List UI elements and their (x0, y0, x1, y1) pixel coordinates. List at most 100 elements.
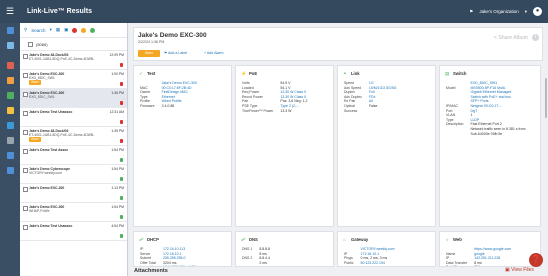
add-alarm-button[interactable]: + Add Alarm (204, 51, 224, 55)
item-subtitle: EXD_8DIC_SW1 (29, 95, 55, 100)
sidenav-item-8[interactable] (0, 148, 20, 163)
add-label-button[interactable]: ⚑ Add a Label (164, 51, 187, 55)
item-checkbox[interactable] (23, 54, 28, 59)
item-checkbox[interactable] (23, 225, 28, 230)
search-icon[interactable]: ⚲ (24, 27, 27, 33)
row-value[interactable]: NAK: 255.179 m0:79 (163, 265, 196, 266)
list-item[interactable]: Jake's Demo EXC-300 EXD_8DIC_SW1 1:36 PM - (20, 89, 127, 108)
status-marker-icon (120, 139, 123, 143)
help-fab-button[interactable]: ❓ (529, 253, 543, 267)
item-checkbox[interactable] (23, 149, 28, 154)
search-button[interactable]: Search (31, 28, 45, 33)
filter-icon[interactable]: ▦ (56, 27, 60, 33)
item-subtitle: VICTORY.weekly.com (29, 171, 62, 176)
dhcp-icon: ☍ (139, 237, 144, 242)
notification-icon[interactable]: ⚑ (469, 9, 473, 15)
list-item[interactable]: Jake's Demo EXC-300 WHAP-PoWe 1:54 PM - (20, 203, 127, 222)
card-title: Link (351, 71, 360, 76)
select-all-checkbox[interactable] (28, 41, 33, 47)
item-time: 1:39 PM (111, 129, 124, 133)
sidenav-item-1[interactable] (0, 38, 20, 53)
chevron-down-icon[interactable]: ▾ (525, 9, 527, 15)
row-value: 8.8.8.8 (259, 247, 271, 251)
row-key (242, 261, 259, 266)
view-files-button[interactable]: ▣ View Files (505, 267, 534, 273)
card-title: Switch (453, 71, 467, 76)
item-status: - (122, 191, 124, 195)
row-value[interactable]: 50.123.222.194 (361, 261, 395, 266)
list-item[interactable]: Jake's Demo 48-Dock/03 ET-4001-1AB1-5DQ-P… (20, 51, 127, 70)
results-list: Jake's Demo 48-Dock/03 ET-4001-1AB1-5DQ-P… (20, 51, 127, 241)
network-icon (6, 122, 14, 129)
item-checkbox[interactable] (23, 111, 28, 116)
list-item[interactable]: Jake's Demo 48-Dock/03 ET-4001-1AB1-5DQ-P… (20, 127, 127, 146)
list-header: (5066) (20, 38, 127, 51)
sidenav-item-9[interactable] (0, 163, 20, 178)
sidenav-item-4[interactable] (0, 88, 20, 103)
status-badge[interactable]: Warn (138, 50, 160, 57)
link-table: Speed 1G Adv Speed 10/M/1G/2.5G/5G Duplex Ful… (344, 81, 397, 113)
organization-selector[interactable]: Jake's Organization (479, 9, 518, 14)
avatar[interactable]: ● (533, 7, 542, 16)
list-item[interactable]: Jake's Demo EXC-300 1:13 PM - (20, 184, 127, 203)
gateway-row: Public 50.123.222.194 (344, 261, 395, 266)
dns-table: DNS 1 8.8.8.8 8 ms DNS 2 8.8.4.4 2 ms (242, 247, 270, 265)
list-item[interactable]: Jake's Demo EXC-300 EXD_8DIC_SW1 Warn 1:00 … (20, 70, 127, 89)
item-checkbox[interactable] (23, 168, 28, 173)
list-item[interactable]: Jake's Demo Test Unassoc 4:54 PM - (20, 222, 127, 241)
share-button[interactable]: < Share Album (494, 35, 528, 41)
item-checkbox[interactable] (23, 187, 28, 192)
item-checkbox[interactable] (23, 92, 28, 97)
help-icon (6, 152, 14, 159)
row-value[interactable]: VICTORY.weekly.com (361, 247, 395, 252)
row-value[interactable]: Jake's Demo EXC-300 (162, 81, 197, 86)
error-filter-icon[interactable] (72, 27, 78, 33)
item-checkbox[interactable] (23, 130, 28, 135)
sidenav-item-5[interactable] (0, 103, 20, 118)
item-time: 12:31 AM (109, 110, 124, 114)
app-title: Link-Live™ Results (27, 8, 92, 15)
poe-card[interactable]: ⚡ PoE Volts 54.9 V Loaded 54.1 V Req Power 13… (235, 65, 334, 227)
test-card[interactable]: ✓ Test Jake's Demo EXC-300 MAC 00:C0:17:8F… (133, 65, 232, 227)
switch-row: Sub-64000e:76fb:5e (446, 132, 526, 137)
sidenav-item-0[interactable] (0, 23, 20, 38)
item-checkbox[interactable] (23, 73, 28, 78)
row-key (446, 132, 471, 137)
menu-icon[interactable]: ☰ (6, 7, 17, 16)
list-item[interactable]: Jake's Demo Cyberscope VICTORY.weekly.com… (20, 165, 127, 184)
item-status: - (122, 58, 124, 62)
list-item[interactable]: Jake's Demo Test Assoc 1:54 PM - (20, 146, 127, 165)
info-icon[interactable]: i (532, 34, 539, 41)
row-value: 13.3 W (280, 108, 292, 113)
gateway-card[interactable]: ⌂ Gateway VICTORY.weekly.com IP 172.16.10.… (337, 231, 436, 267)
item-time: 1:13 PM (111, 186, 124, 190)
test-row: Firmware 2.4.0.88 (140, 104, 197, 109)
dhcp-card[interactable]: ☍ DHCP IP 172.16.10.113 Server 172.16.10.1 S… (133, 231, 232, 267)
list-item[interactable]: Jake's Demo Test Unassoc 12:31 AM - (20, 108, 127, 127)
result-detail: Jake's Demo EXC-300 2/22/24 1:36 PM Warn… (129, 23, 548, 276)
dns-card[interactable]: ☍ DNS DNS 1 8.8.8.8 8 ms DNS 2 8.8.4.4 2 ms (235, 231, 334, 267)
result-count: (5066) (36, 41, 48, 47)
status-marker-icon (120, 101, 123, 105)
warning-filter-icon[interactable] (81, 27, 87, 33)
chevron-down-icon[interactable]: ▾ (50, 27, 52, 33)
row-value[interactable]: https://www.google.com (474, 247, 513, 252)
link-card[interactable]: ⚭ Link Speed 1G Adv Speed 10/M/1G/2.5G/5G Du… (337, 65, 436, 227)
sidenav-item-2[interactable] (0, 58, 20, 73)
pass-filter-icon[interactable] (90, 27, 96, 33)
scrollbar[interactable] (545, 78, 547, 118)
results-icon (6, 42, 14, 49)
web-card[interactable]: ☼ Web https://www.google.com Name google IP… (439, 231, 541, 267)
sidenav-item-6[interactable] (0, 118, 20, 133)
check-icon: ✓ (139, 71, 143, 76)
sidenav-item-3[interactable] (0, 73, 20, 88)
calendar-icon[interactable]: ▣ (64, 27, 68, 33)
status-marker-icon (120, 177, 123, 181)
link-row: Success (344, 109, 397, 114)
item-time: 1:54 PM (111, 205, 124, 209)
item-time: 12:09 PM (109, 53, 124, 57)
item-checkbox[interactable] (23, 206, 28, 211)
card-title: Web (453, 237, 462, 242)
switch-card[interactable]: ▤ Switch EXD_8DIC_SW1 Model MS9500-5P-F16 … (439, 65, 541, 227)
sidenav-item-7[interactable] (0, 133, 20, 148)
